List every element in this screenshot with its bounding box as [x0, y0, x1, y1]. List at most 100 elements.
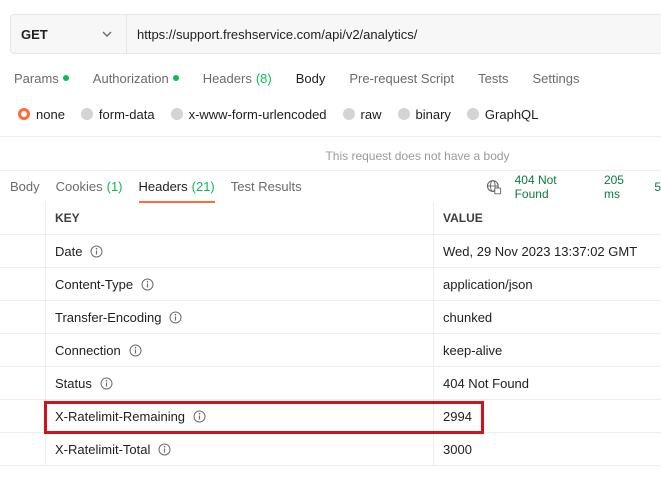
row-gutter — [0, 432, 46, 466]
divider — [0, 136, 661, 137]
response-tab-test-results[interactable]: Test Results — [231, 171, 302, 203]
radio-button[interactable] — [397, 108, 410, 120]
tab-count: (8) — [255, 70, 272, 86]
info-icon[interactable] — [90, 245, 103, 258]
header-key-text: Connection — [55, 342, 121, 358]
info-icon[interactable] — [100, 377, 113, 390]
table-row: Status 404 Not Found — [0, 366, 661, 400]
tab-headers[interactable]: Headers (8) — [203, 62, 272, 94]
header-key: X-Ratelimit-Total — [46, 432, 434, 466]
status-badge[interactable]: 404 Not Found — [515, 173, 592, 201]
response-meta: 404 Not Found 205 ms 5 — [486, 171, 661, 203]
header-value: application/json — [443, 276, 533, 292]
header-value: keep-alive — [443, 342, 503, 358]
row-gutter — [0, 366, 46, 400]
row-gutter — [0, 300, 46, 334]
request-bar: GET https://support.freshservice.com/api… — [10, 14, 661, 54]
key-column-header: KEY — [46, 201, 434, 235]
tab-tests[interactable]: Tests — [478, 62, 508, 94]
radio-graphql[interactable]: GraphQL — [466, 106, 539, 122]
tab-count: (1) — [106, 179, 123, 194]
radio-button[interactable] — [80, 108, 93, 120]
row-gutter — [0, 333, 46, 367]
row-gutter — [0, 201, 46, 235]
info-icon[interactable] — [169, 311, 182, 324]
table-row: Content-Type application/json — [0, 267, 661, 301]
radio-button[interactable] — [466, 108, 479, 120]
header-key: Transfer-Encoding — [46, 300, 434, 334]
radio-label: form-data — [98, 106, 155, 122]
radio-button[interactable] — [342, 108, 355, 120]
row-gutter — [0, 267, 46, 301]
tab-label: Cookies — [55, 179, 103, 194]
active-dot-icon — [62, 75, 69, 81]
radio-x-www-form-urlencoded[interactable]: x-www-form-urlencoded — [170, 106, 327, 122]
header-value: Wed, 29 Nov 2023 13:37:02 GMT — [443, 243, 638, 259]
table-row: Connection keep-alive — [0, 333, 661, 367]
radio-label: GraphQL — [484, 106, 539, 122]
response-time[interactable]: 205 ms — [604, 173, 642, 201]
table-row: Date Wed, 29 Nov 2023 13:37:02 GMT — [0, 234, 661, 268]
header-key-text: Content-Type — [55, 276, 134, 292]
row-gutter — [0, 234, 46, 268]
chevron-down-icon — [102, 31, 112, 37]
tab-settings[interactable]: Settings — [532, 62, 579, 94]
table-row: X-Ratelimit-Total 3000 — [0, 432, 661, 466]
highlight-box — [44, 401, 484, 434]
tab-label: Settings — [532, 70, 580, 86]
method-select[interactable]: GET — [11, 15, 127, 53]
tab-authorization[interactable]: Authorization — [93, 62, 179, 94]
tab-count: (21) — [191, 179, 215, 194]
table-row: Transfer-Encoding chunked — [0, 300, 661, 334]
header-key-text: X-Ratelimit-Total — [55, 441, 151, 457]
radio-button[interactable] — [170, 108, 183, 120]
tab-label: Params — [14, 70, 59, 86]
tab-params[interactable]: Params — [14, 62, 69, 94]
header-value: 404 Not Found — [443, 375, 530, 391]
tab-label: Authorization — [92, 70, 169, 86]
tab-label: Headers — [202, 70, 252, 86]
url-input[interactable]: https://support.freshservice.com/api/v2/… — [127, 15, 661, 53]
header-value: chunked — [443, 309, 493, 325]
tab-body[interactable]: Body — [296, 62, 326, 94]
radio-button[interactable] — [18, 108, 30, 120]
header-key: Content-Type — [46, 267, 434, 301]
radio-label: binary — [415, 106, 451, 122]
radio-binary[interactable]: binary — [397, 106, 451, 122]
value-column-header: VALUE — [443, 211, 483, 225]
url-text: https://support.freshservice.com/api/v2/… — [137, 26, 418, 42]
header-key-text: Status — [55, 375, 92, 391]
radio-none[interactable]: none — [18, 107, 65, 122]
info-icon[interactable] — [129, 344, 142, 357]
radio-label: raw — [360, 106, 382, 122]
header-key: Date — [46, 234, 434, 268]
header-key: Connection — [46, 333, 434, 367]
info-icon[interactable] — [141, 278, 154, 291]
request-tabs: Params Authorization Headers (8) Body Pre… — [14, 62, 603, 94]
response-tab-cookies[interactable]: Cookies (1) — [56, 171, 123, 203]
radio-label: none — [36, 106, 65, 122]
header-key-text: Date — [55, 243, 83, 259]
tab-label: Headers — [138, 179, 188, 194]
radio-label: x-www-form-urlencoded — [188, 106, 327, 122]
response-size[interactable]: 5 — [654, 180, 661, 194]
tab-label: Body — [295, 70, 326, 86]
response-tab-headers[interactable]: Headers (21) — [138, 171, 215, 203]
radio-raw[interactable]: raw — [342, 106, 382, 122]
response-tab-bar: Body Cookies (1) Headers (21) Test Results… — [0, 170, 661, 203]
table-header-row: KEY VALUE — [0, 201, 661, 235]
header-key: Status — [46, 366, 434, 400]
info-icon[interactable] — [158, 443, 171, 456]
tab-label: Pre-request Script — [349, 70, 455, 86]
tab-pre-request-script[interactable]: Pre-request Script — [349, 62, 454, 94]
no-body-message: This request does not have a body — [325, 149, 510, 163]
header-value: 3000 — [443, 441, 472, 457]
tab-label: Test Results — [230, 179, 302, 194]
row-gutter — [0, 399, 46, 433]
active-dot-icon — [172, 75, 179, 81]
radio-form-data[interactable]: form-data — [80, 106, 155, 122]
globe-icon[interactable] — [486, 179, 502, 195]
tab-label: Body — [10, 179, 40, 194]
method-label: GET — [21, 26, 48, 42]
response-tab-body[interactable]: Body — [10, 171, 40, 203]
